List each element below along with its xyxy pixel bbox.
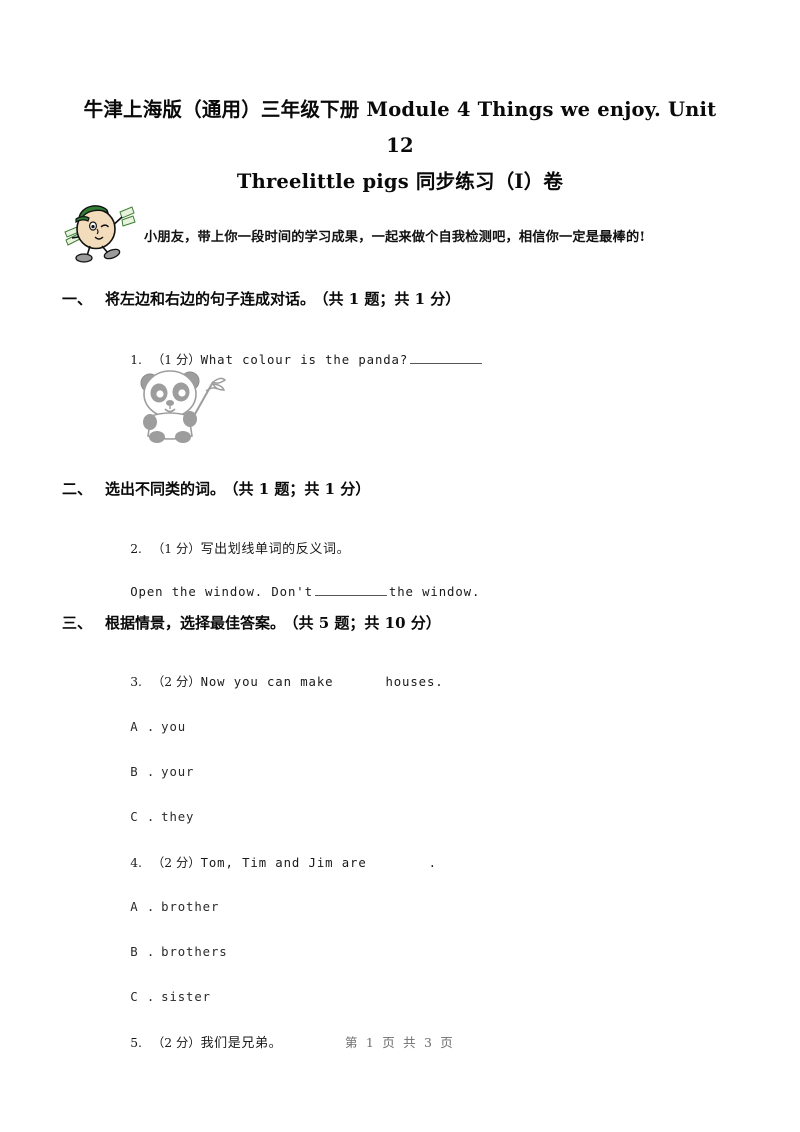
panda-illustration <box>133 364 237 444</box>
question-3-text-before: Now you can make <box>200 675 334 689</box>
option-a-letter: A . <box>130 720 156 734</box>
option-c-letter: C . <box>130 810 156 824</box>
option-a-text: you <box>161 720 187 734</box>
section-1-meta: （共 1 题；共 1 分） <box>321 290 461 308</box>
question-2: 2. （1 分）写出划线单词的反义词。 <box>97 524 350 571</box>
option-a-text: brother <box>161 900 220 914</box>
page-title: 牛津上海版（通用）三年级下册 Module 4 Things we enjoy.… <box>70 92 730 200</box>
section-heading-1: 一、 将左边和右边的句子连成对话。 （共 1 题；共 1 分） <box>62 288 460 309</box>
intro-text: 小朋友，带上你一段时间的学习成果，一起来做个自我检测吧，相信你一定是最棒的! <box>144 230 646 245</box>
section-heading-3: 三、 根据情景，选择最佳答案。 （共 5 题；共 10 分） <box>62 612 441 633</box>
question-3-points: （2 分） <box>151 675 201 689</box>
question-2-points: （1 分） <box>151 542 201 556</box>
question-4-number: 4. <box>130 856 142 870</box>
section-3-number: 三、 <box>62 614 93 632</box>
question-3-number: 3. <box>130 675 142 689</box>
option-c-text: sister <box>161 990 211 1004</box>
question-3-option-b[interactable]: B . your <box>97 751 194 793</box>
option-b-letter: B . <box>130 945 156 959</box>
intro-banner: 小朋友，带上你一段时间的学习成果，一起来做个自我检测吧，相信你一定是最棒的! <box>62 196 762 268</box>
question-2-sentence-before: Open the window. Don't <box>130 585 313 599</box>
question-4-option-c[interactable]: C . sister <box>97 976 211 1018</box>
title-line-2: Threelittle pigs 同步练习（I）卷 <box>236 170 564 193</box>
option-c-letter: C . <box>130 990 156 1004</box>
question-2-text: 写出划线单词的反义词。 <box>200 542 351 557</box>
section-2-meta: （共 1 题；共 1 分） <box>231 480 371 498</box>
question-2-number: 2. <box>130 542 142 556</box>
question-4: 4. （2 分）Tom, Tim and Jim are. <box>97 839 437 885</box>
question-3-option-a[interactable]: A . you <box>97 706 186 748</box>
question-4-text-after: . <box>428 856 437 870</box>
question-4-option-a[interactable]: A . brother <box>97 886 219 928</box>
question-2-sentence: Open the window. Don't the window. <box>97 570 480 613</box>
option-b-text: brothers <box>161 945 228 959</box>
question-2-sentence-after: the window. <box>388 585 481 599</box>
document-page: 牛津上海版（通用）三年级下册 Module 4 Things we enjoy.… <box>0 0 800 1132</box>
question-3-text-after: houses. <box>385 675 444 689</box>
option-a-letter: A . <box>130 900 156 914</box>
cartoon-boy-mascot-icon <box>62 196 136 266</box>
section-2-number: 二、 <box>62 480 93 498</box>
page-footer: 第 1 页 共 3 页 <box>345 1035 455 1050</box>
option-b-text: your <box>161 765 195 779</box>
question-3: 3. （2 分）Now you can make houses. <box>97 658 444 704</box>
question-3-option-c[interactable]: C . they <box>97 796 194 838</box>
option-b-letter: B . <box>130 765 156 779</box>
question-4-points: （2 分） <box>151 856 201 870</box>
section-1-title: 将左边和右边的句子连成对话。 <box>105 290 316 308</box>
option-c-text: they <box>161 810 195 824</box>
question-2-answer-blank[interactable] <box>314 584 387 596</box>
title-line-1: 牛津上海版（通用）三年级下册 Module 4 Things we enjoy.… <box>83 98 717 157</box>
section-1-number: 一、 <box>62 290 93 308</box>
section-3-meta: （共 5 题；共 10 分） <box>291 614 441 632</box>
section-heading-2: 二、 选出不同类的词。 （共 1 题；共 1 分） <box>62 478 370 499</box>
question-4-option-b[interactable]: B . brothers <box>97 931 228 973</box>
question-4-text-before: Tom, Tim and Jim are <box>200 856 367 870</box>
section-2-title: 选出不同类的词。 <box>105 480 226 498</box>
question-1-answer-blank[interactable] <box>410 352 483 364</box>
section-3-title: 根据情景，选择最佳答案。 <box>105 614 286 632</box>
